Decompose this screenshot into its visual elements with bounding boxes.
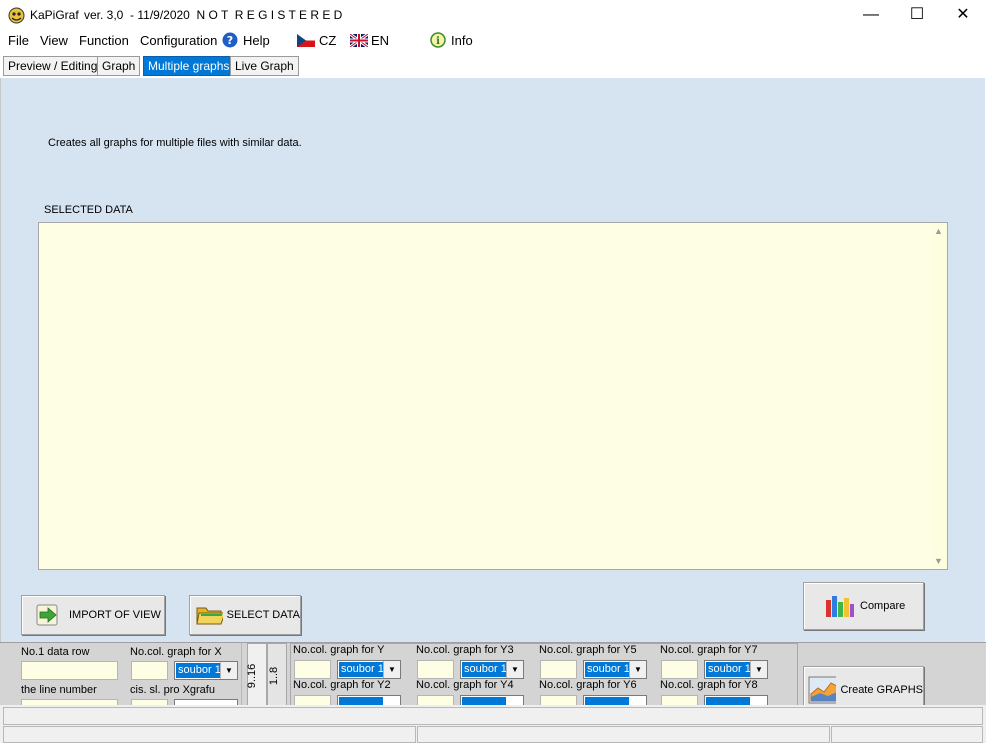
maximize-button[interactable]: ☐ bbox=[894, 0, 940, 30]
col-y3-file-combo[interactable]: soubor 1 ▼ bbox=[460, 660, 524, 679]
create-graphs-button[interactable]: Create GRAPHS bbox=[803, 666, 924, 706]
uk-flag-icon[interactable] bbox=[350, 34, 368, 47]
status-bar bbox=[0, 705, 986, 743]
selected-data-label: SELECTED DATA bbox=[44, 204, 133, 216]
col-y5-file-combo[interactable]: soubor 1 ▼ bbox=[583, 660, 647, 679]
col-y7-label: No.col. graph for Y7 bbox=[660, 644, 758, 656]
chevron-down-icon[interactable]: ▼ bbox=[629, 661, 646, 678]
svg-text:?: ? bbox=[227, 34, 233, 47]
menu-info[interactable]: Info bbox=[451, 33, 473, 48]
col-y2-label: No.col. graph for Y2 bbox=[293, 679, 391, 691]
col-y6-label: No.col. graph for Y6 bbox=[539, 679, 637, 691]
chevron-down-icon[interactable]: ▼ bbox=[220, 662, 237, 679]
select-data-label: SELECT DATA bbox=[226, 609, 300, 621]
window-title: ver. 3,0 - 11/9/2020 N O T R E G I S T E… bbox=[84, 8, 343, 22]
menu-view[interactable]: View bbox=[40, 33, 68, 48]
scroll-down-icon[interactable]: ▼ bbox=[934, 556, 943, 566]
select-data-button[interactable]: SELECT DATA bbox=[189, 595, 301, 635]
help-icon[interactable]: ? bbox=[222, 32, 238, 48]
title-bar: KaPiGraf ver. 3,0 - 11/9/2020 N O T R E … bbox=[0, 0, 986, 31]
tab-preview-editing[interactable]: Preview / Editing bbox=[3, 56, 103, 76]
col-y5-label: No.col. graph for Y5 bbox=[539, 644, 637, 656]
menu-bar: File View Function Configuration ? Help … bbox=[0, 30, 986, 52]
bar-chart-icon bbox=[826, 596, 854, 617]
import-arrow-icon bbox=[36, 604, 58, 626]
status-field-2 bbox=[417, 726, 830, 743]
selected-data-area[interactable]: ▲ ▼ bbox=[38, 222, 948, 570]
col-y7-file-combo[interactable]: soubor 1 ▼ bbox=[704, 660, 768, 679]
tab-graph[interactable]: Graph bbox=[97, 56, 141, 76]
tab-1-8[interactable]: 1..8 bbox=[267, 643, 287, 706]
chevron-down-icon[interactable]: ▼ bbox=[750, 661, 767, 678]
col-y-file-combo[interactable]: soubor 1 ▼ bbox=[337, 660, 401, 679]
col-x-file-value: soubor 1 bbox=[176, 663, 220, 678]
progress-field bbox=[3, 707, 983, 725]
info-icon[interactable]: i bbox=[430, 32, 446, 48]
scroll-up-icon[interactable]: ▲ bbox=[934, 226, 943, 236]
area-chart-icon bbox=[808, 676, 837, 704]
folder-icon bbox=[196, 607, 223, 625]
close-button[interactable]: ✕ bbox=[940, 0, 986, 30]
tab-live-graph[interactable]: Live Graph bbox=[230, 56, 299, 76]
description-text: Creates all graphs for multiple files wi… bbox=[48, 137, 302, 149]
status-field-1 bbox=[3, 726, 416, 743]
compare-label: Compare bbox=[860, 600, 906, 612]
tab-9-16[interactable]: 9..16 bbox=[246, 643, 267, 706]
config-panel: No.1 data row the line number No.col. gr… bbox=[0, 642, 986, 706]
cis-label: cis. sl. pro Xgrafu bbox=[130, 684, 215, 696]
col-y5-input[interactable] bbox=[540, 660, 577, 679]
app-logo-icon bbox=[8, 7, 25, 24]
tab-strip: Preview / Editing Graph Multiple graphs … bbox=[0, 52, 986, 78]
chevron-down-icon[interactable]: ▼ bbox=[383, 661, 400, 678]
minimize-button[interactable]: — bbox=[848, 0, 894, 30]
col-y8-label: No.col. graph for Y8 bbox=[660, 679, 758, 691]
data-row-input[interactable] bbox=[21, 661, 118, 680]
tab-multiple-graphs[interactable]: Multiple graphs bbox=[143, 56, 235, 76]
col-y-label: No.col. graph for Y bbox=[293, 644, 385, 656]
compare-button[interactable]: Compare bbox=[803, 582, 924, 630]
create-graphs-label: Create GRAPHS bbox=[840, 684, 923, 696]
vertical-scrollbar[interactable]: ▲ ▼ bbox=[931, 223, 947, 569]
col-x-file-combo[interactable]: soubor 1 ▼ bbox=[174, 661, 238, 680]
col-y3-input[interactable] bbox=[417, 660, 454, 679]
col-y3-file-value: soubor 1 bbox=[462, 662, 506, 677]
data-row-label: No.1 data row bbox=[21, 646, 90, 658]
col-x-input[interactable] bbox=[131, 661, 168, 680]
menu-en[interactable]: EN bbox=[371, 33, 389, 48]
line-number-label: the line number bbox=[21, 684, 97, 696]
import-of-view-button[interactable]: IMPORT OF VIEW bbox=[21, 595, 165, 635]
col-y-file-value: soubor 1 bbox=[339, 662, 383, 677]
col-y7-file-value: soubor 1 bbox=[706, 662, 750, 677]
menu-configuration[interactable]: Configuration bbox=[140, 33, 217, 48]
menu-file[interactable]: File bbox=[8, 33, 29, 48]
menu-function[interactable]: Function bbox=[79, 33, 129, 48]
col-y5-file-value: soubor 1 bbox=[585, 662, 629, 677]
col-y7-input[interactable] bbox=[661, 660, 698, 679]
col-y4-label: No.col. graph for Y4 bbox=[416, 679, 514, 691]
col-x-label: No.col. graph for X bbox=[130, 646, 222, 658]
chevron-down-icon[interactable]: ▼ bbox=[506, 661, 523, 678]
status-field-3 bbox=[831, 726, 983, 743]
menu-cz[interactable]: CZ bbox=[319, 33, 336, 48]
svg-text:i: i bbox=[436, 36, 440, 47]
menu-help[interactable]: Help bbox=[243, 33, 270, 48]
app-name: KaPiGraf bbox=[30, 8, 79, 22]
czech-flag-icon[interactable] bbox=[297, 34, 315, 47]
col-y3-label: No.col. graph for Y3 bbox=[416, 644, 514, 656]
col-y-input[interactable] bbox=[294, 660, 331, 679]
import-of-view-label: IMPORT OF VIEW bbox=[69, 609, 161, 621]
